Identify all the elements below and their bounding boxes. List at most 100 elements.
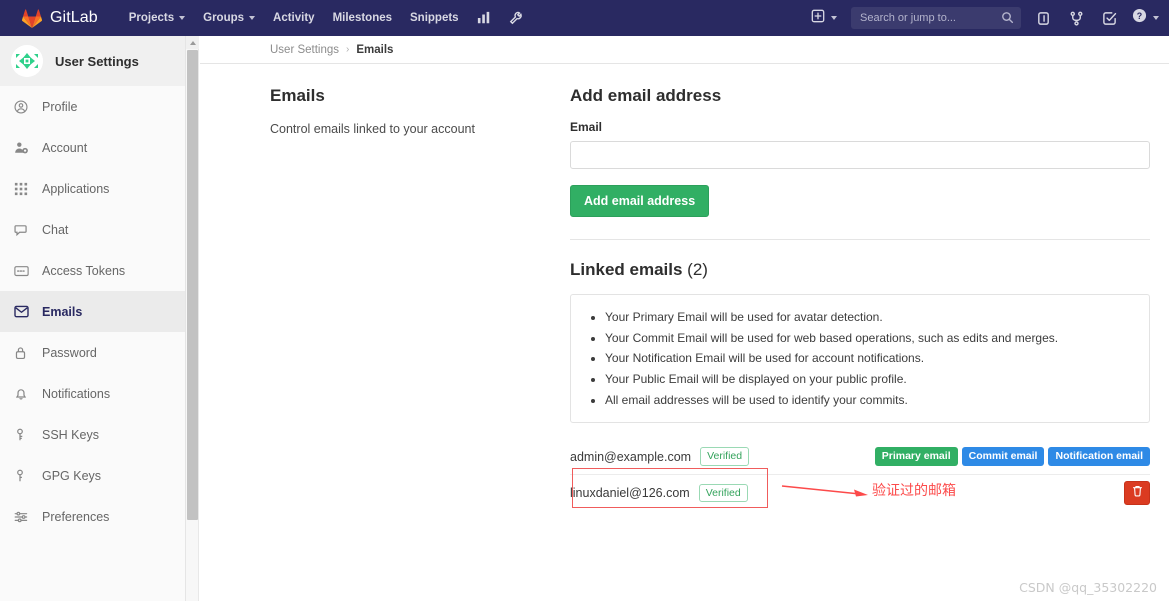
help-circle-icon: ? xyxy=(1132,8,1147,28)
search-box[interactable] xyxy=(851,7,1021,29)
user-identicon-avatar xyxy=(11,45,43,77)
sidebar-scrollbar[interactable] xyxy=(186,36,199,601)
emails-form-column: Add email address Email Add email addres… xyxy=(570,86,1150,511)
top-navbar: GitLab Projects Groups Activity Mileston… xyxy=(0,0,1169,36)
email-address: admin@example.com xyxy=(570,449,692,464)
chevron-down-icon xyxy=(179,16,186,20)
sidebar-item-account[interactable]: Account xyxy=(0,127,185,168)
search-input[interactable] xyxy=(851,7,1021,29)
sidebar-item-access-tokens-label: Access Tokens xyxy=(42,263,126,278)
notification-email-badge: Notification email xyxy=(1048,447,1150,467)
chevron-down-icon xyxy=(1153,16,1159,20)
email-usage-notes: Your Primary Email will be used for avat… xyxy=(570,294,1150,424)
navbar-right-section: ? xyxy=(805,0,1169,36)
chevron-down-icon xyxy=(831,16,837,20)
applications-grid-icon xyxy=(14,182,32,196)
sidebar-item-profile[interactable]: Profile xyxy=(0,86,185,127)
add-email-title: Add email address xyxy=(570,86,722,105)
main-content: User Settings › Emails Emails Control em… xyxy=(200,36,1169,601)
nav-link-groups[interactable]: Groups xyxy=(194,0,264,36)
envelope-icon xyxy=(14,305,32,318)
scroll-up-arrow-icon[interactable] xyxy=(186,36,199,49)
page-subtitle: Control emails linked to your account xyxy=(270,122,475,136)
nav-link-milestones[interactable]: Milestones xyxy=(324,0,401,36)
issues-icon[interactable] xyxy=(1027,0,1060,36)
emails-description-column: Emails Control emails linked to your acc… xyxy=(270,86,570,511)
breadcrumb-current: Emails xyxy=(356,43,394,56)
linked-emails-title: Linked emails (2) xyxy=(570,260,1150,280)
email-address: linuxdaniel@126.com xyxy=(570,486,690,501)
list-item: All email addresses will be used to iden… xyxy=(605,390,1135,411)
page-title: Emails xyxy=(270,86,325,105)
new-item-dropdown[interactable] xyxy=(805,0,843,36)
add-email-button[interactable]: Add email address xyxy=(570,185,710,217)
user-circle-icon xyxy=(14,99,32,114)
list-item: Your Primary Email will be used for avat… xyxy=(605,307,1135,328)
list-item: Your Public Email will be displayed on y… xyxy=(605,369,1135,390)
status-badge: Verified xyxy=(698,483,748,503)
sidebar-item-applications[interactable]: Applications xyxy=(0,168,185,209)
linked-emails-list: admin@example.com Verified Primary email… xyxy=(570,439,1150,511)
linked-emails-title-text: Linked emails xyxy=(570,260,683,279)
sidebar-item-chat[interactable]: Chat xyxy=(0,209,185,250)
account-gear-icon xyxy=(14,141,32,155)
breadcrumb-separator-icon: › xyxy=(346,44,350,55)
help-menu[interactable]: ? xyxy=(1126,0,1169,36)
sidebar-item-preferences[interactable]: Preferences xyxy=(0,496,185,537)
gitlab-home-link[interactable]: GitLab xyxy=(22,0,98,36)
sidebar-item-notifications[interactable]: Notifications xyxy=(0,373,185,414)
table-row: admin@example.com Verified Primary email… xyxy=(570,439,1150,476)
sidebar-item-profile-label: Profile xyxy=(42,99,78,114)
key-icon xyxy=(14,469,32,483)
sidebar-item-access-tokens[interactable]: Access Tokens xyxy=(0,250,185,291)
primary-email-badge: Primary email xyxy=(874,447,958,467)
scrollbar-thumb[interactable] xyxy=(187,50,198,520)
email-row-left: admin@example.com Verified xyxy=(570,447,750,466)
plus-square-icon xyxy=(811,9,825,28)
sliders-icon xyxy=(14,510,32,524)
sidebar-item-gpg-keys[interactable]: GPG Keys xyxy=(0,455,185,496)
sidebar-item-chat-label: Chat xyxy=(42,222,69,237)
list-item: Your Commit Email will be used for web b… xyxy=(605,328,1135,349)
nav-link-projects-label: Projects xyxy=(128,12,175,24)
sidebar-item-emails[interactable]: Emails xyxy=(0,291,185,332)
section-divider xyxy=(570,239,1150,240)
email-row-left: linuxdaniel@126.com Verified xyxy=(570,483,748,503)
lock-icon xyxy=(14,346,32,360)
csdn-watermark: CSDN @qq_35302220 xyxy=(1019,580,1157,595)
sidebar-item-emails-label: Emails xyxy=(42,304,83,319)
analytics-chart-icon[interactable] xyxy=(468,0,500,36)
nav-link-projects[interactable]: Projects xyxy=(120,0,194,36)
nav-link-snippets[interactable]: Snippets xyxy=(401,0,468,36)
key-icon xyxy=(14,428,32,442)
email-input[interactable] xyxy=(570,141,1150,169)
sidebar-header[interactable]: User Settings xyxy=(0,36,185,86)
svg-text:?: ? xyxy=(1137,11,1142,21)
chevron-down-icon xyxy=(249,16,256,20)
sidebar-item-gpg-keys-label: GPG Keys xyxy=(42,468,102,483)
wrench-admin-icon[interactable] xyxy=(500,0,532,36)
list-item: Your Notification Email will be used for… xyxy=(605,348,1135,369)
commit-email-badge: Commit email xyxy=(961,447,1045,467)
sidebar-item-notifications-label: Notifications xyxy=(42,386,111,401)
nav-link-groups-label: Groups xyxy=(203,12,245,24)
gitlab-tanuki-logo xyxy=(22,8,42,28)
breadcrumb: User Settings › Emails xyxy=(200,36,1169,64)
breadcrumb-parent[interactable]: User Settings xyxy=(270,44,339,56)
sidebar-item-ssh-keys[interactable]: SSH Keys xyxy=(0,414,185,455)
sidebar-item-applications-label: Applications xyxy=(42,181,110,196)
sidebar-item-ssh-keys-label: SSH Keys xyxy=(42,427,99,442)
main-nav-links: Projects Groups Activity Milestones Snip… xyxy=(120,0,532,36)
sidebar-item-password[interactable]: Password xyxy=(0,332,185,373)
sidebar-item-password-label: Password xyxy=(42,345,97,360)
todos-icon[interactable] xyxy=(1093,0,1126,36)
sidebar-title: User Settings xyxy=(55,53,139,69)
email-field-label: Email xyxy=(570,120,603,134)
chat-bubble-icon xyxy=(14,223,32,237)
table-row: linuxdaniel@126.com Verified xyxy=(570,475,1150,511)
settings-columns: Emails Control emails linked to your acc… xyxy=(200,64,1169,511)
nav-link-activity[interactable]: Activity xyxy=(264,0,324,36)
token-card-icon xyxy=(14,265,32,277)
merge-requests-icon[interactable] xyxy=(1060,0,1093,36)
delete-email-button[interactable] xyxy=(1124,481,1150,506)
